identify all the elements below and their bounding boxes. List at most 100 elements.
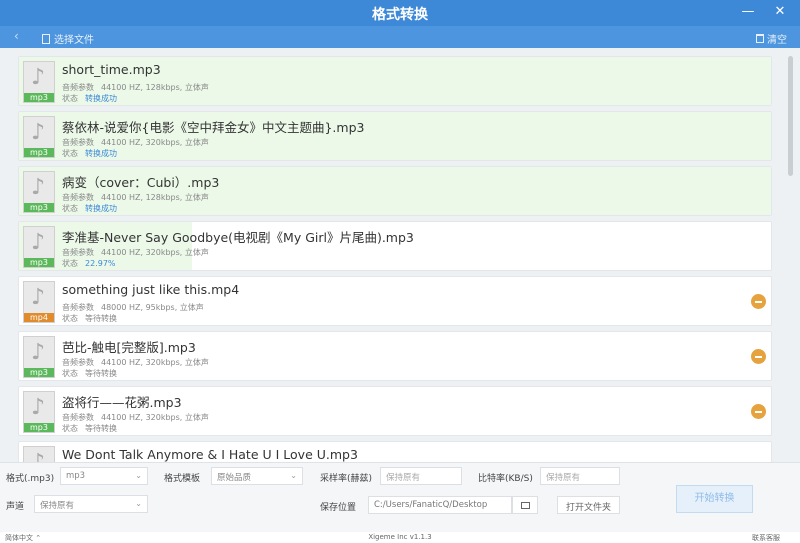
audio-params-row: 音频参数 44100 HZ, 320kbps, 立体声 <box>62 247 209 258</box>
channel-select[interactable]: 保持原有 ⌄ <box>34 495 148 513</box>
audio-params-row: 音频参数 48000 HZ, 95kbps, 立体声 <box>62 302 204 313</box>
audio-params-value: 44100 HZ, 320kbps, 立体声 <box>101 358 209 367</box>
format-select[interactable]: mp3 ⌄ <box>60 467 148 485</box>
file-row[interactable]: ♪ mp3 芭比-触电[完整版].mp3 音频参数 44100 HZ, 320kbps,… <box>18 331 772 381</box>
music-file-icon: ♪mp3 <box>23 446 55 462</box>
status-value: 转换成功 <box>85 204 117 213</box>
save-location-label: 保存位置 <box>320 503 357 513</box>
music-file-icon: ♪ mp3 <box>23 116 55 158</box>
template-select[interactable]: 原始品质 ⌄ <box>211 467 303 485</box>
audio-params-row: 音频参数 44100 HZ, 128kbps, 立体声 <box>62 192 209 203</box>
samplerate-input[interactable]: 保持原有 <box>380 467 462 485</box>
template-label: 格式模板 <box>164 474 201 484</box>
file-extension-tag: mp3 <box>24 258 54 267</box>
bitrate-label: 比特率(KB/S) <box>478 474 533 484</box>
file-name: 病变（cover：Cubi）.mp3 <box>62 175 220 190</box>
file-name: 李准基-Never Say Goodbye(电视剧《My Girl》片尾曲).m… <box>62 230 414 245</box>
file-name: 盗将行——花粥.mp3 <box>62 395 182 410</box>
status-label: 状态 <box>62 149 78 158</box>
status-value: 转换成功 <box>85 149 117 158</box>
music-file-icon: ♪ mp3 <box>23 336 55 378</box>
audio-params-value: 44100 HZ, 320kbps, 立体声 <box>101 413 209 422</box>
select-file-button[interactable]: 选择文件 <box>42 31 94 46</box>
clear-button[interactable]: 清空 <box>756 31 787 46</box>
select-file-label: 选择文件 <box>54 35 94 46</box>
music-file-icon: ♪mp3 <box>23 171 55 213</box>
template-value: 原始品质 <box>217 473 252 483</box>
window-title: 格式转换 <box>372 7 428 23</box>
music-note-icon: ♪ <box>31 340 46 365</box>
contact-support-link[interactable]: 联系客服 <box>752 533 780 543</box>
audio-params-label: 音频参数 <box>62 358 94 367</box>
bitrate-input[interactable]: 保持原有 <box>540 467 620 485</box>
music-note-icon: ♪ <box>31 65 46 90</box>
audio-params-value: 44100 HZ, 320kbps, 立体声 <box>101 248 209 257</box>
music-note-icon: ♪ <box>31 120 46 145</box>
file-extension-tag: mp3 <box>24 93 54 102</box>
file-name: 蔡依林-说爱你{电影《空中拜金女》中文主题曲}.mp3 <box>62 120 365 135</box>
audio-params-label: 音频参数 <box>62 413 94 422</box>
minimize-icon[interactable]: — <box>740 4 756 20</box>
status-label: 状态 <box>62 204 78 213</box>
music-file-icon: ♪ mp3 <box>23 61 55 103</box>
music-file-icon: ♪ mp3 <box>23 226 55 268</box>
file-row[interactable]: ♪ mp3 蔡依林-说爱你{电影《空中拜金女》中文主题曲}.mp3 音频参数 44100… <box>18 111 772 161</box>
music-note-icon: ♪ <box>31 175 46 200</box>
save-path-field[interactable]: C:/Users/FanaticQ/Desktop <box>368 496 512 514</box>
browse-folder-button[interactable] <box>512 496 538 514</box>
folder-icon <box>521 502 530 509</box>
file-extension-tag: mp3 <box>24 368 54 377</box>
status-value: 等待转换 <box>85 314 117 323</box>
file-row[interactable]: ♪ mp4 something just like this.mp4 音频参数 4800… <box>18 276 772 326</box>
chevron-down-icon: ⌄ <box>135 499 142 508</box>
music-file-icon: ♪mp3 <box>23 391 55 433</box>
status-bar: 简体中文 ⌃ Xigeme Inc v1.1.3 联系客服 <box>0 532 800 543</box>
file-name: short_time.mp3 <box>62 62 161 77</box>
status-row: 状态 22.97% <box>62 258 116 269</box>
status-row: 状态 等待转换 <box>62 423 117 434</box>
status-label: 状态 <box>62 369 78 378</box>
chevron-down-icon: ⌄ <box>135 471 142 480</box>
audio-params-row: 音频参数 44100 HZ, 320kbps, 立体声 <box>62 137 209 148</box>
file-row[interactable]: ♪ mp3 李准基-Never Say Goodbye(电视剧《My Girl》片尾… <box>18 221 772 271</box>
file-row[interactable]: ♪ mp3 病变（cover：Cubi）.mp3 音频参数 44100 HZ, 128k… <box>18 166 772 216</box>
close-icon[interactable]: ✕ <box>772 4 788 20</box>
document-icon <box>42 33 50 44</box>
audio-params-value: 44100 HZ, 128kbps, 立体声 <box>101 83 209 92</box>
audio-params-row: 音频参数 44100 HZ, 128kbps, 立体声 <box>62 82 209 93</box>
status-row: 状态 等待转换 <box>62 313 117 324</box>
settings-panel: 格式(.mp3) mp3 ⌄ 格式模板 原始品质 ⌄ 采样率(赫兹) 保持原有 比特… <box>0 462 800 532</box>
audio-params-label: 音频参数 <box>62 83 94 92</box>
file-extension-tag: mp4 <box>24 313 54 322</box>
audio-params-value: 44100 HZ, 128kbps, 立体声 <box>101 193 209 202</box>
version-label: Xigeme Inc v1.1.3 <box>368 533 432 541</box>
channel-value: 保持原有 <box>40 501 75 511</box>
audio-params-value: 44100 HZ, 320kbps, 立体声 <box>101 138 209 147</box>
open-folder-button[interactable]: 打开文件夹 <box>557 496 621 514</box>
status-value: 等待转换 <box>85 424 117 433</box>
chevron-left-icon[interactable]: ‹ <box>14 29 19 43</box>
music-note-icon: ♪ <box>31 395 46 420</box>
toolbar: ‹ 选择文件 清空 <box>0 26 800 48</box>
scroll-thumb[interactable] <box>788 56 793 176</box>
file-row[interactable]: ♪mp3 We Dont Talk Anymore & I Hate U I Lo… <box>18 441 772 462</box>
remove-file-icon[interactable] <box>751 294 766 309</box>
remove-file-icon[interactable] <box>751 404 766 419</box>
file-row[interactable]: ♪ mp3 short_time.mp3 音频参数 44100 HZ, 128kbps,… <box>18 56 772 106</box>
chevron-down-icon: ⌄ <box>290 471 297 480</box>
clear-label: 清空 <box>767 35 787 46</box>
remove-file-icon[interactable] <box>751 349 766 364</box>
status-row: 状态 等待转换 <box>62 368 117 379</box>
file-row[interactable]: ♪ mp3 盗将行——花粥.mp3 音频参数 44100 HZ, 320kbps, 立体… <box>18 386 772 436</box>
scrollbar[interactable] <box>786 52 796 462</box>
status-row: 状态 转换成功 <box>62 203 117 214</box>
status-label: 状态 <box>62 314 78 323</box>
start-convert-button[interactable]: 开始转换 <box>676 485 753 513</box>
music-note-icon: ♪ <box>31 450 45 462</box>
status-label: 状态 <box>62 259 78 268</box>
file-name: We Dont Talk Anymore & I Hate U I Love U… <box>62 447 358 462</box>
music-note-icon: ♪ <box>31 230 46 255</box>
samplerate-label: 采样率(赫兹) <box>320 474 373 484</box>
file-extension-tag: mp3 <box>24 148 54 157</box>
format-label: 格式(.mp3) <box>6 474 55 484</box>
